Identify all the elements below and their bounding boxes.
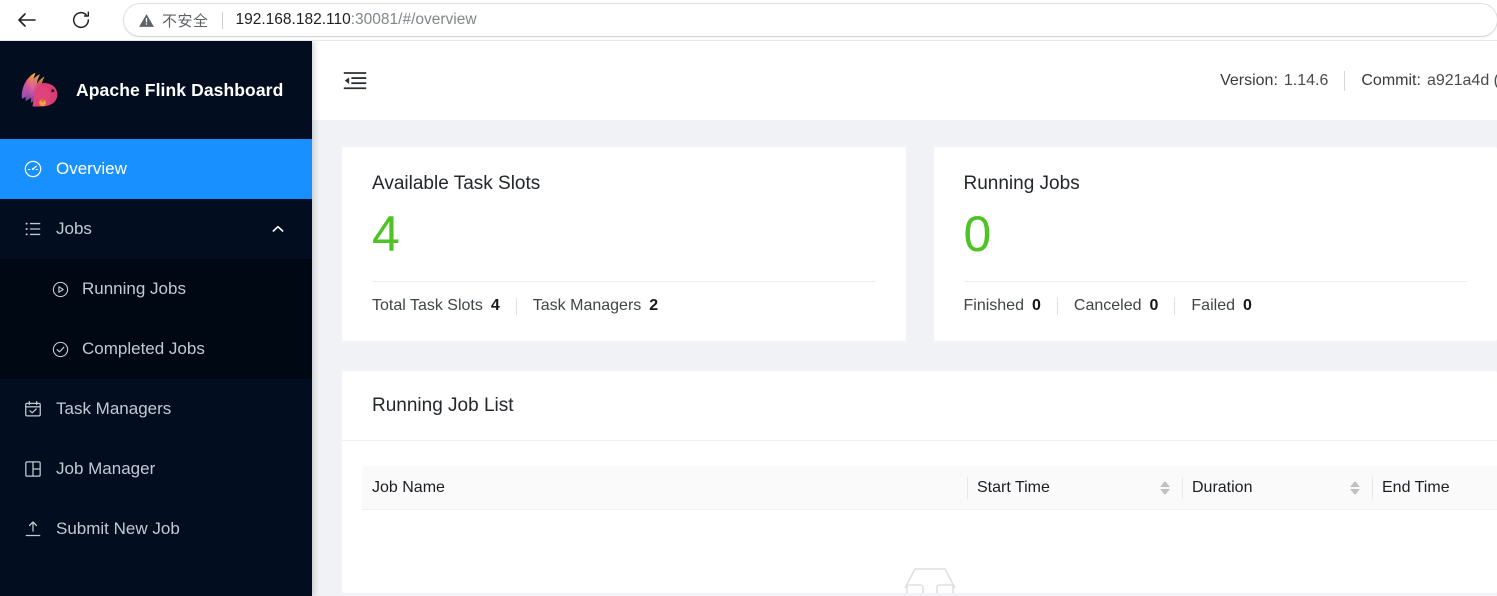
- sidebar-item-jobs[interactable]: Jobs: [0, 199, 312, 259]
- commit-value: a921a4d (: [1426, 71, 1497, 89]
- caret-down-icon: [1160, 488, 1170, 495]
- footer-divider: [1056, 297, 1058, 315]
- url-path: :30081/#/overview: [350, 11, 477, 28]
- overview-content: Available Task Slots 4 Total Task Slots …: [312, 120, 1497, 596]
- url-text: 192.168.182.110:30081/#/overview: [236, 11, 477, 29]
- column-divider: [1372, 476, 1373, 499]
- total-task-slots-label: Total Task Slots: [372, 297, 483, 314]
- reload-icon: [72, 11, 90, 29]
- dashboard-gauge-icon: [22, 158, 44, 180]
- check-circle-icon: [50, 339, 70, 359]
- caret-up-icon: [1160, 480, 1170, 487]
- available-task-slots-value: 4: [372, 206, 400, 262]
- version-info: Version: 1.14.6 Commit: a921a4d (: [1220, 70, 1497, 91]
- list-icon: [22, 218, 44, 240]
- column-header-duration[interactable]: Duration: [1182, 466, 1372, 510]
- card-title: Available Task Slots: [372, 173, 541, 194]
- menu-fold-button[interactable]: [340, 66, 370, 96]
- sidebar-item-running-jobs[interactable]: Running Jobs: [0, 259, 312, 319]
- task-managers-value: 2: [649, 297, 659, 314]
- browser-reload-button[interactable]: [61, 0, 101, 40]
- total-task-slots-value: 4: [490, 297, 500, 314]
- canceled-value: 0: [1149, 297, 1159, 314]
- flink-squirrel-logo: [21, 72, 58, 107]
- caret-down-icon: [1350, 488, 1360, 495]
- sidebar-item-label: Jobs: [56, 219, 92, 238]
- sidebar-item-label: Job Manager: [56, 459, 156, 478]
- sidebar-item-overview[interactable]: Overview: [0, 139, 312, 199]
- chevron-up-icon[interactable]: [270, 221, 286, 237]
- stat-card-row: Available Task Slots 4 Total Task Slots …: [342, 147, 1497, 341]
- upload-icon: [22, 518, 44, 540]
- sidebar-item-label: Running Jobs: [82, 279, 186, 298]
- browser-back-button[interactable]: [7, 0, 47, 40]
- sidebar-item-label: Completed Jobs: [82, 339, 205, 358]
- card-footer: Total Task Slots 4 Task Managers 2: [372, 282, 876, 315]
- sidebar-item-label: Task Managers: [56, 399, 172, 418]
- menu-fold-icon: [343, 71, 367, 89]
- available-task-slots-card: Available Task Slots 4 Total Task Slots …: [342, 147, 906, 341]
- card-title: Running Jobs: [963, 173, 1080, 194]
- sidebar-item-label: Submit New Job: [56, 519, 180, 538]
- failed-value: 0: [1242, 297, 1252, 314]
- footer-divider: [515, 297, 517, 315]
- empty-box-illustration: [903, 568, 956, 593]
- column-label: Duration: [1192, 478, 1253, 496]
- task-managers-label: Task Managers: [532, 297, 642, 314]
- column-label: Job Name: [372, 478, 445, 496]
- omnibox-divider: [221, 11, 223, 29]
- finished-value: 0: [1031, 297, 1041, 314]
- column-label: End Time: [1382, 478, 1450, 496]
- version-label: Version:: [1220, 71, 1278, 89]
- running-job-list-title: Running Job List: [372, 395, 514, 416]
- browser-toolbar: 不安全 192.168.182.110:30081/#/overview: [0, 0, 1497, 41]
- flink-dashboard-app: Apache Flink Dashboard Overview Jobs Run…: [0, 41, 1497, 596]
- card-footer: Finished 0 Canceled 0 Failed 0: [964, 282, 1468, 315]
- column-divider: [1182, 476, 1183, 499]
- sidebar-item-submit-new-job[interactable]: Submit New Job: [0, 499, 312, 559]
- column-label: Start Time: [977, 478, 1050, 496]
- card-divider: [342, 440, 1497, 441]
- sidebar-item-label: Overview: [56, 159, 127, 178]
- url-host: 192.168.182.110: [235, 11, 351, 28]
- sidebar-submenu-jobs: Running Jobs Completed Jobs: [0, 259, 312, 379]
- sort-toggle-start-time[interactable]: [1160, 480, 1170, 495]
- main-area: Version: 1.14.6 Commit: a921a4d ( Availa…: [312, 41, 1497, 596]
- brand-header[interactable]: Apache Flink Dashboard: [0, 41, 312, 139]
- column-header-job-name: Job Name: [362, 466, 967, 510]
- running-job-table: Job Name Start Time Duration End Time: [362, 466, 1497, 593]
- table-empty-state: [362, 510, 1497, 593]
- table-header-row: Job Name Start Time Duration End Time: [362, 466, 1497, 510]
- topbar: Version: 1.14.6 Commit: a921a4d (: [312, 41, 1497, 120]
- calendar-check-icon: [22, 398, 44, 420]
- sort-toggle-duration[interactable]: [1350, 480, 1360, 495]
- version-divider: [1344, 70, 1346, 91]
- sidebar: Apache Flink Dashboard Overview Jobs Run…: [0, 41, 312, 596]
- brand-title: Apache Flink Dashboard: [76, 79, 284, 100]
- sidebar-item-job-manager[interactable]: Job Manager: [0, 439, 312, 499]
- address-bar[interactable]: 不安全 192.168.182.110:30081/#/overview: [124, 4, 1497, 36]
- play-circle-icon: [50, 279, 70, 299]
- running-job-list-card: Running Job List Job Name Start Time Dur…: [342, 371, 1497, 593]
- canceled-label: Canceled: [1073, 297, 1142, 314]
- sidebar-item-completed-jobs[interactable]: Completed Jobs: [0, 319, 312, 379]
- security-status-label: 不安全: [162, 11, 209, 30]
- column-header-start-time[interactable]: Start Time: [967, 466, 1182, 510]
- caret-up-icon: [1350, 480, 1360, 487]
- warning-triangle-icon[interactable]: [138, 12, 155, 29]
- column-header-end-time: End Time: [1372, 466, 1497, 510]
- sidebar-item-task-managers[interactable]: Task Managers: [0, 379, 312, 439]
- version-value: 1.14.6: [1283, 71, 1329, 89]
- commit-label: Commit:: [1361, 71, 1421, 89]
- finished-label: Finished: [963, 297, 1024, 314]
- layout-grid-icon: [22, 458, 44, 480]
- running-jobs-card: Running Jobs 0 Finished 0 Canceled 0 Fai…: [933, 147, 1497, 341]
- footer-divider: [1174, 297, 1176, 315]
- failed-label: Failed: [1191, 297, 1235, 314]
- back-arrow-icon: [18, 13, 36, 27]
- running-jobs-value: 0: [963, 206, 992, 262]
- column-divider: [967, 476, 968, 499]
